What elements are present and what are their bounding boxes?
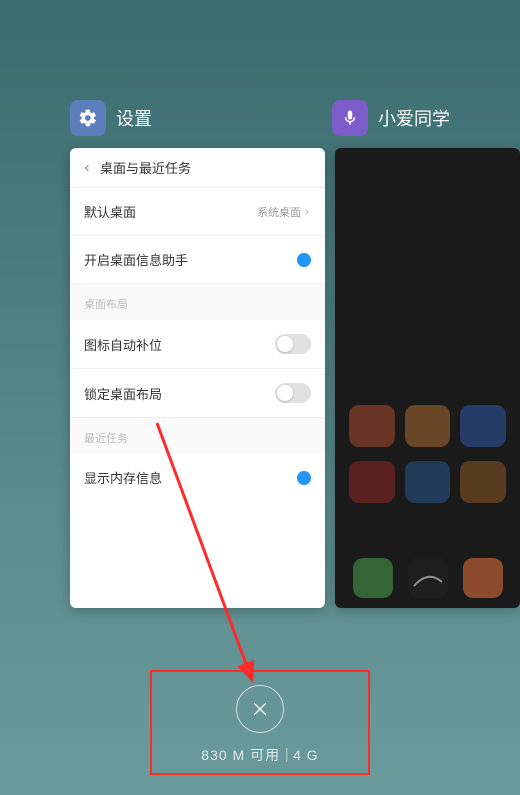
task-title-settings: 设置 — [116, 105, 152, 131]
dock-phone-icon[interactable] — [353, 558, 393, 598]
task-card-xiaoai[interactable] — [335, 148, 520, 608]
panel-header[interactable]: 桌面与最近任务 — [70, 148, 325, 188]
row-value: 系统桌面 — [257, 204, 311, 220]
app-icon[interactable] — [349, 405, 395, 447]
app-icon[interactable] — [460, 461, 506, 503]
app-icon[interactable] — [405, 461, 451, 503]
row-label: 开启桌面信息助手 — [84, 250, 188, 269]
divider — [286, 748, 287, 762]
task-header-xiaoai[interactable]: 小爱同学 — [332, 100, 450, 136]
home-dock — [335, 558, 520, 598]
row-lock-layout[interactable]: 锁定桌面布局 — [70, 369, 325, 418]
memory-info: 830 M 可用 4 G — [201, 745, 318, 765]
app-icon[interactable] — [405, 405, 451, 447]
app-icon[interactable] — [460, 405, 506, 447]
row-label: 显示内存信息 — [84, 468, 162, 487]
mic-icon — [332, 100, 368, 136]
row-label: 图标自动补位 — [84, 335, 162, 354]
section-layout: 桌面布局 — [70, 284, 325, 320]
section-recent: 最近任务 — [70, 418, 325, 454]
app-icon[interactable] — [349, 461, 395, 503]
chevron-left-icon[interactable] — [82, 160, 92, 176]
panel-title: 桌面与最近任务 — [100, 158, 191, 177]
clear-all-button[interactable] — [236, 685, 284, 733]
row-label: 默认桌面 — [84, 202, 136, 221]
dock-camera-icon[interactable] — [408, 558, 448, 598]
row-info-assistant[interactable]: 开启桌面信息助手 — [70, 236, 325, 284]
memory-total: 4 G — [293, 747, 319, 763]
toggle-switch[interactable] — [275, 334, 311, 354]
row-default-home[interactable]: 默认桌面 系统桌面 — [70, 188, 325, 236]
toggle-switch[interactable] — [275, 383, 311, 403]
task-title-xiaoai: 小爱同学 — [378, 105, 450, 131]
gear-icon — [70, 100, 106, 136]
row-auto-fill[interactable]: 图标自动补位 — [70, 320, 325, 369]
row-show-memory[interactable]: 显示内存信息 — [70, 454, 325, 501]
memory-available: 830 M 可用 — [201, 745, 280, 765]
close-icon — [250, 699, 270, 719]
toggle-on-icon[interactable] — [297, 253, 311, 267]
toggle-on-icon[interactable] — [297, 471, 311, 485]
task-header-settings[interactable]: 设置 — [70, 100, 152, 136]
task-card-settings[interactable]: 桌面与最近任务 默认桌面 系统桌面 开启桌面信息助手 桌面布局 图标自动补位 锁… — [70, 148, 325, 608]
dock-msg-icon[interactable] — [463, 558, 503, 598]
home-app-grid — [335, 405, 520, 503]
row-label: 锁定桌面布局 — [84, 384, 162, 403]
